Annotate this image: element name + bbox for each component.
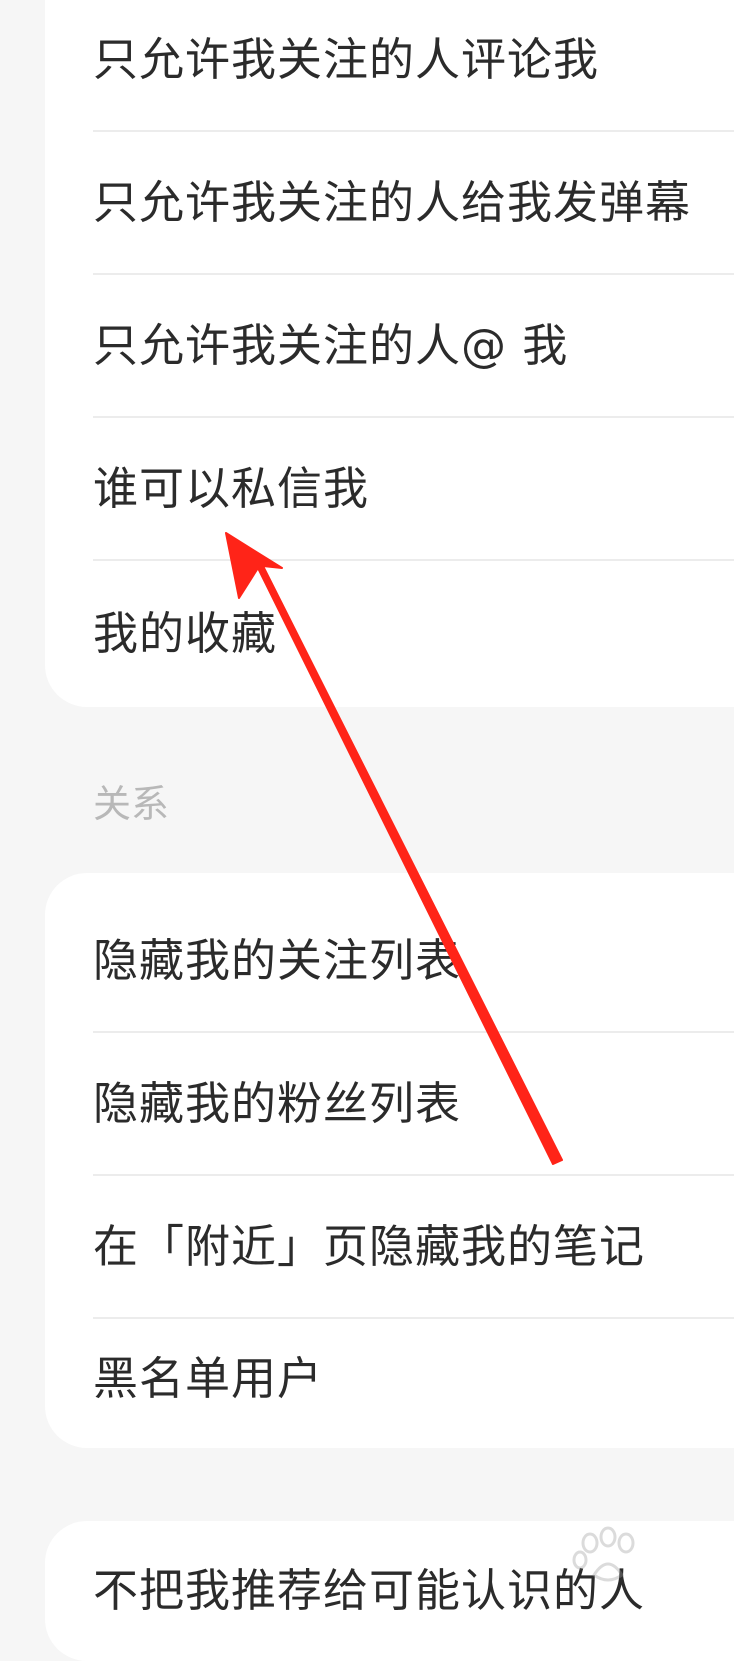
- setting-row-hide-fans-list[interactable]: 隐藏我的粉丝列表: [93, 1033, 734, 1176]
- setting-label: 在「附近」页隐藏我的笔记: [93, 1220, 646, 1273]
- setting-row-hide-following-list[interactable]: 隐藏我的关注列表: [93, 873, 734, 1033]
- setting-row-hide-notes-nearby[interactable]: 在「附近」页隐藏我的笔记: [93, 1176, 734, 1319]
- setting-row-blacklist[interactable]: 黑名单用户: [93, 1319, 734, 1448]
- privacy-settings-card: 只允许我关注的人评论我 只允许我关注的人给我发弹幕 只允许我关注的人@ 我 谁可…: [45, 0, 734, 707]
- setting-label: 黑名单用户: [93, 1352, 324, 1405]
- setting-row-my-favorites[interactable]: 我的收藏: [93, 561, 734, 704]
- setting-label: 只允许我关注的人给我发弹幕: [93, 176, 692, 229]
- setting-label: 谁可以私信我: [93, 462, 370, 515]
- setting-row-danmaku-followed-only[interactable]: 只允许我关注的人给我发弹幕: [93, 132, 734, 275]
- setting-label: 不把我推荐给可能认识的人: [93, 1564, 646, 1617]
- setting-label: 只允许我关注的人评论我: [93, 33, 600, 86]
- setting-label: 隐藏我的粉丝列表: [93, 1077, 462, 1130]
- setting-label: 隐藏我的关注列表: [93, 934, 462, 987]
- setting-row-mention-followed-only[interactable]: 只允许我关注的人@ 我: [93, 275, 734, 418]
- setting-label: 我的收藏: [93, 607, 278, 660]
- setting-row-no-recommend-to-acquaintances[interactable]: 不把我推荐给可能认识的人: [93, 1521, 734, 1661]
- relations-settings-card: 隐藏我的关注列表 隐藏我的粉丝列表 在「附近」页隐藏我的笔记 黑名单用户: [45, 873, 734, 1448]
- section-title-relations: 关系: [93, 782, 170, 826]
- setting-row-comment-followed-only[interactable]: 只允许我关注的人评论我: [93, 0, 734, 132]
- recommend-settings-card: 不把我推荐给可能认识的人: [45, 1521, 734, 1661]
- setting-label: 只允许我关注的人@ 我: [93, 319, 569, 372]
- setting-row-who-can-message[interactable]: 谁可以私信我: [93, 418, 734, 561]
